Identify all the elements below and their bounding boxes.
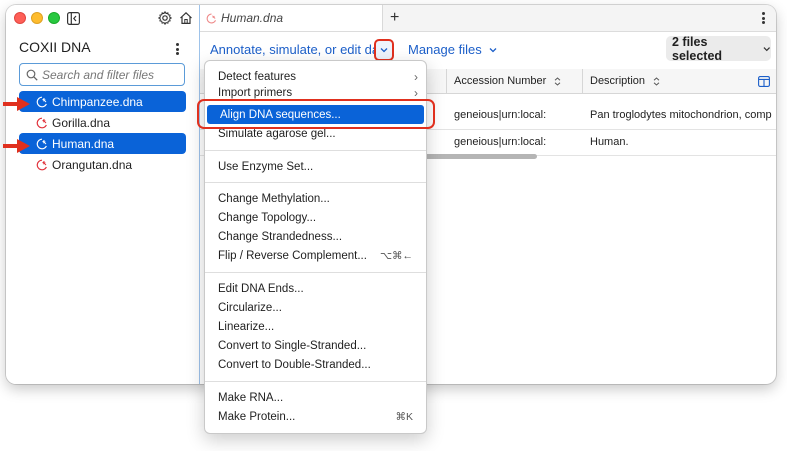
file-item-gorilla[interactable]: Gorilla.dna: [19, 112, 186, 133]
menu-separator: [205, 272, 426, 273]
file-item-orangutan[interactable]: Orangutan.dna: [19, 154, 186, 175]
table-cell[interactable]: Human.: [583, 130, 776, 154]
minimize-window-button[interactable]: [31, 12, 43, 24]
tab-human-dna[interactable]: Human.dna: [200, 5, 383, 31]
menu-item-label: Import primers: [218, 87, 293, 99]
dna-file-icon: [36, 96, 48, 108]
menu-item-use-enzyme-set[interactable]: Use Enzyme Set...: [205, 157, 426, 176]
dna-file-icon: [36, 138, 48, 150]
sort-icon: [554, 76, 561, 86]
columns-icon[interactable]: [758, 75, 770, 87]
chevron-down-icon: [763, 46, 771, 51]
menu-item-label: Use Enzyme Set...: [218, 160, 314, 173]
annotate-dropdown-button[interactable]: [374, 39, 394, 61]
annotate-menu-button[interactable]: Annotate, simulate, or edit data: [210, 42, 390, 57]
menu-item-change-strandedness[interactable]: Change Strandedness...: [205, 227, 426, 246]
menu-item-label: Edit DNA Ends...: [218, 282, 304, 295]
menu-item-change-methylation[interactable]: Change Methylation...: [205, 189, 426, 208]
menu-item-label: Change Topology...: [218, 211, 317, 224]
search-input[interactable]: [42, 67, 182, 82]
zoom-window-button[interactable]: [48, 12, 60, 24]
file-item-label: Chimpanzee.dna: [52, 94, 143, 109]
menu-item-label: Flip / Reverse Complement...: [218, 249, 367, 262]
menu-item-label: Change Methylation...: [218, 192, 330, 205]
menu-item-align-dna[interactable]: Align DNA sequences...: [207, 105, 424, 124]
file-item-label: Gorilla.dna: [52, 115, 111, 130]
file-item-label: Human.dna: [52, 136, 115, 151]
menu-item-label: Change Strandedness...: [218, 230, 343, 243]
menu-item-label: Detect features: [218, 70, 296, 83]
manage-files-button[interactable]: Manage files: [408, 42, 497, 57]
annotation-arrow-icon: [3, 139, 30, 153]
column-header-accession[interactable]: Accession Number: [447, 69, 583, 94]
menu-item-label: Circularize...: [218, 301, 282, 314]
menu-item-label: Make RNA...: [218, 391, 284, 404]
window-more-icon[interactable]: [756, 10, 770, 26]
tab-title: Human.dna: [221, 11, 284, 25]
file-item-human[interactable]: Human.dna: [19, 133, 186, 154]
chevron-down-icon: [380, 48, 388, 53]
sidebar-toggle-icon[interactable]: [66, 11, 80, 25]
menu-separator: [205, 150, 426, 151]
column-header-label: Accession Number: [454, 75, 547, 87]
file-item-chimpanzee[interactable]: Chimpanzee.dna: [19, 91, 186, 112]
annotate-dropdown-menu: Detect features › Import primers › Align D…: [204, 60, 427, 434]
menu-item-flip-reverse[interactable]: Flip / Reverse Complement... ⌥⌘←: [205, 246, 426, 265]
menu-item-import-primers[interactable]: Import primers ›: [205, 86, 426, 100]
menu-item-double-stranded[interactable]: Convert to Double-Stranded...: [205, 355, 426, 374]
new-tab-button[interactable]: +: [390, 9, 399, 27]
dna-file-icon: [36, 159, 48, 171]
menu-shortcut: ⌘K: [395, 410, 413, 423]
menu-item-edit-dna-ends[interactable]: Edit DNA Ends...: [205, 279, 426, 298]
search-icon: [26, 69, 38, 81]
annotation-arrow-icon: [3, 97, 30, 111]
manage-files-label: Manage files: [408, 42, 482, 57]
menu-item-label: Convert to Double-Stranded...: [218, 358, 371, 371]
tab-bar: Human.dna +: [200, 5, 776, 32]
dna-file-icon: [206, 13, 217, 23]
gear-icon[interactable]: [157, 10, 172, 25]
sidebar: COXII DNA Chimpanzee.dna Gorilla.dna Hum…: [6, 5, 200, 384]
home-icon[interactable]: [178, 10, 193, 25]
menu-item-label: Align DNA sequences...: [220, 108, 341, 121]
search-field[interactable]: [19, 63, 185, 86]
column-header-label: Description: [590, 75, 646, 87]
collection-title: COXII DNA: [19, 39, 91, 55]
menu-item-make-rna[interactable]: Make RNA...: [205, 388, 426, 407]
files-selected-button[interactable]: 2 files selected: [666, 34, 771, 63]
menu-item-simulate-gel[interactable]: Simulate agarose gel...: [205, 124, 426, 143]
chevron-down-icon: [489, 47, 497, 52]
menu-item-single-stranded[interactable]: Convert to Single-Stranded...: [205, 336, 426, 355]
menu-item-label: Linearize...: [218, 320, 275, 333]
dna-file-icon: [36, 117, 48, 129]
menu-separator: [205, 182, 426, 183]
column-header-description[interactable]: Description: [583, 69, 776, 94]
menu-item-label: Make Protein...: [218, 410, 296, 423]
files-selected-label: 2 files selected: [672, 34, 723, 63]
chevron-right-icon: ›: [414, 69, 418, 84]
table-cell[interactable]: geneious|urn:local:: [447, 103, 583, 127]
menu-item-change-topology[interactable]: Change Topology...: [205, 208, 426, 227]
chevron-right-icon: ›: [414, 86, 418, 100]
table-cell[interactable]: geneious|urn:local:: [447, 130, 583, 154]
menu-separator: [205, 381, 426, 382]
menu-item-linearize[interactable]: Linearize...: [205, 317, 426, 336]
menu-item-label: Convert to Single-Stranded...: [218, 339, 367, 352]
close-window-button[interactable]: [14, 12, 26, 24]
sort-icon: [653, 76, 660, 86]
file-item-label: Orangutan.dna: [52, 157, 133, 172]
sidebar-more-icon[interactable]: [170, 41, 184, 57]
menu-shortcut: ⌥⌘←: [379, 249, 413, 262]
menu-item-detect-features[interactable]: Detect features ›: [205, 67, 426, 86]
table-cell[interactable]: Pan troglodytes mitochondrion, comp: [583, 103, 776, 127]
menu-item-label: Simulate agarose gel...: [218, 127, 336, 140]
menu-item-circularize[interactable]: Circularize...: [205, 298, 426, 317]
menu-item-make-protein[interactable]: Make Protein... ⌘K: [205, 407, 426, 426]
